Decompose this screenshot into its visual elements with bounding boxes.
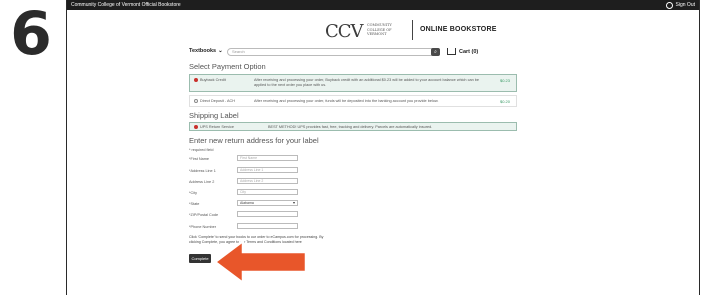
sign-out-link[interactable]: Sign Out — [665, 1, 695, 9]
address-heading: Enter new return address for your label — [189, 136, 319, 145]
logo-words: COMMUNITY COLLEGE OF VERMONT — [367, 23, 392, 36]
step-number: 6 — [10, 0, 52, 69]
required-note: * required field — [189, 148, 214, 152]
payment-heading: Select Payment Option — [189, 62, 266, 71]
shipping-option-ups[interactable]: UPS Return Service BEST METHOD! UPS prov… — [189, 122, 517, 131]
textbooks-menu[interactable]: Textbooks ⌄ — [189, 48, 223, 54]
payment-option-amount: $0.20 — [499, 99, 510, 104]
field-label: *City — [189, 191, 198, 195]
payment-option-desc: After receiving and processing your orde… — [254, 99, 439, 103]
chevron-down-icon: ⌄ — [218, 48, 223, 54]
cart-label: Cart (0) — [459, 48, 479, 55]
logo-store-name: ONLINE BOOKSTORE — [420, 26, 497, 33]
textbooks-label: Textbooks — [189, 48, 217, 54]
field-label: Address Line 2 — [189, 180, 215, 184]
payment-option-label: Direct Deposit - ACH — [200, 99, 236, 103]
state-value: Alabama — [240, 201, 254, 205]
city-field[interactable]: City — [237, 189, 298, 195]
first-name-field[interactable]: First Name — [237, 155, 298, 161]
field-label: *First Name — [189, 157, 210, 161]
address-line2-field[interactable]: Address Line 2 — [237, 178, 298, 184]
cart-link[interactable]: Cart (0) — [447, 48, 478, 55]
payment-option-ach[interactable]: Direct Deposit - ACH After receiving and… — [189, 95, 517, 107]
phone-field[interactable] — [237, 223, 298, 229]
payment-option-label: Buyback Credit — [200, 78, 226, 82]
search-icon[interactable]: ⌕ — [431, 48, 440, 56]
nav-row: Textbooks ⌄ Search ⌕ Cart (0) — [189, 48, 509, 58]
shipping-label: UPS Return Service — [200, 125, 234, 129]
radio-buyback[interactable] — [194, 78, 198, 82]
payment-option-desc: After receiving and processing your orde… — [254, 78, 479, 87]
search-input[interactable]: Search — [227, 48, 435, 56]
arrow-annotation-icon — [213, 238, 308, 286]
radio-ups[interactable] — [194, 125, 198, 129]
site-name: Community College of Vermont Official Bo… — [71, 2, 181, 8]
logo-divider — [412, 20, 413, 40]
sign-out-label: Sign Out — [675, 2, 695, 8]
shipping-heading: Shipping Label — [189, 111, 239, 120]
zip-field[interactable] — [237, 211, 298, 217]
store-logo[interactable]: CCV COMMUNITY COLLEGE OF VERMONT ONLINE … — [67, 18, 701, 44]
state-select[interactable]: Alabama ▾ — [237, 200, 298, 206]
field-label: *Address Line 1 — [189, 169, 216, 173]
cart-icon — [447, 48, 456, 55]
field-label: *ZIP/Postal Code — [189, 213, 219, 217]
payment-option-amount: $0.23 — [499, 78, 510, 83]
user-icon — [665, 1, 673, 9]
chevron-down-icon: ▾ — [292, 200, 295, 205]
field-label: *Phone Number — [189, 225, 217, 229]
browser-frame: Community College of Vermont Official Bo… — [66, 0, 700, 295]
shipping-desc: BEST METHOD! UPS provides fast, free, tr… — [268, 125, 433, 129]
top-bar: Community College of Vermont Official Bo… — [67, 0, 699, 10]
radio-ach[interactable] — [194, 99, 198, 103]
complete-button[interactable]: Complete — [189, 254, 211, 263]
address-line1-field[interactable]: Address Line 1 — [237, 167, 298, 173]
field-label: *State — [189, 202, 200, 206]
logo-mark: CCV — [325, 21, 364, 42]
payment-option-buyback[interactable]: Buyback Credit After receiving and proce… — [189, 74, 517, 92]
